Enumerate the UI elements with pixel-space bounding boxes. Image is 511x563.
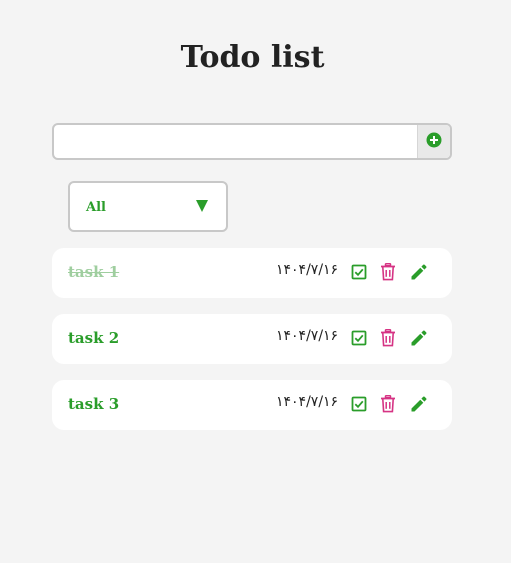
- task-name: task 2: [68, 329, 120, 347]
- add-task-form: [52, 123, 452, 160]
- task-date: ۱۴۰۴/۷/۱۶: [276, 262, 339, 278]
- trash-icon[interactable]: [377, 261, 399, 283]
- pencil-icon[interactable]: [408, 327, 430, 349]
- task-date: ۱۴۰۴/۷/۱۶: [276, 394, 339, 410]
- triangle-down-icon: [196, 200, 208, 212]
- task-date: ۱۴۰۴/۷/۱۶: [276, 328, 339, 344]
- pencil-icon[interactable]: [408, 261, 430, 283]
- task-input[interactable]: [54, 125, 418, 158]
- filter-select[interactable]: All: [68, 181, 228, 232]
- pencil-icon[interactable]: [408, 393, 430, 415]
- page-title: Todo list: [180, 40, 325, 75]
- add-task-button[interactable]: [417, 125, 450, 158]
- checkbox-icon[interactable]: [348, 261, 370, 283]
- task-name: task 1: [68, 263, 120, 281]
- trash-icon[interactable]: [377, 393, 399, 415]
- task-item: task 3 ۱۴۰۴/۷/۱۶: [52, 380, 452, 430]
- task-name: task 3: [68, 395, 120, 413]
- checkbox-icon[interactable]: [348, 393, 370, 415]
- task-list: task 1 ۱۴۰۴/۷/۱۶ task 2 ۱۴۰۴/۷/۱۶ task 3…: [52, 248, 452, 446]
- task-item: task 2 ۱۴۰۴/۷/۱۶: [52, 314, 452, 364]
- filter-selected-value: All: [86, 200, 106, 215]
- plus-circle-icon: [426, 132, 442, 152]
- checkbox-icon[interactable]: [348, 327, 370, 349]
- trash-icon[interactable]: [377, 327, 399, 349]
- task-item: task 1 ۱۴۰۴/۷/۱۶: [52, 248, 452, 298]
